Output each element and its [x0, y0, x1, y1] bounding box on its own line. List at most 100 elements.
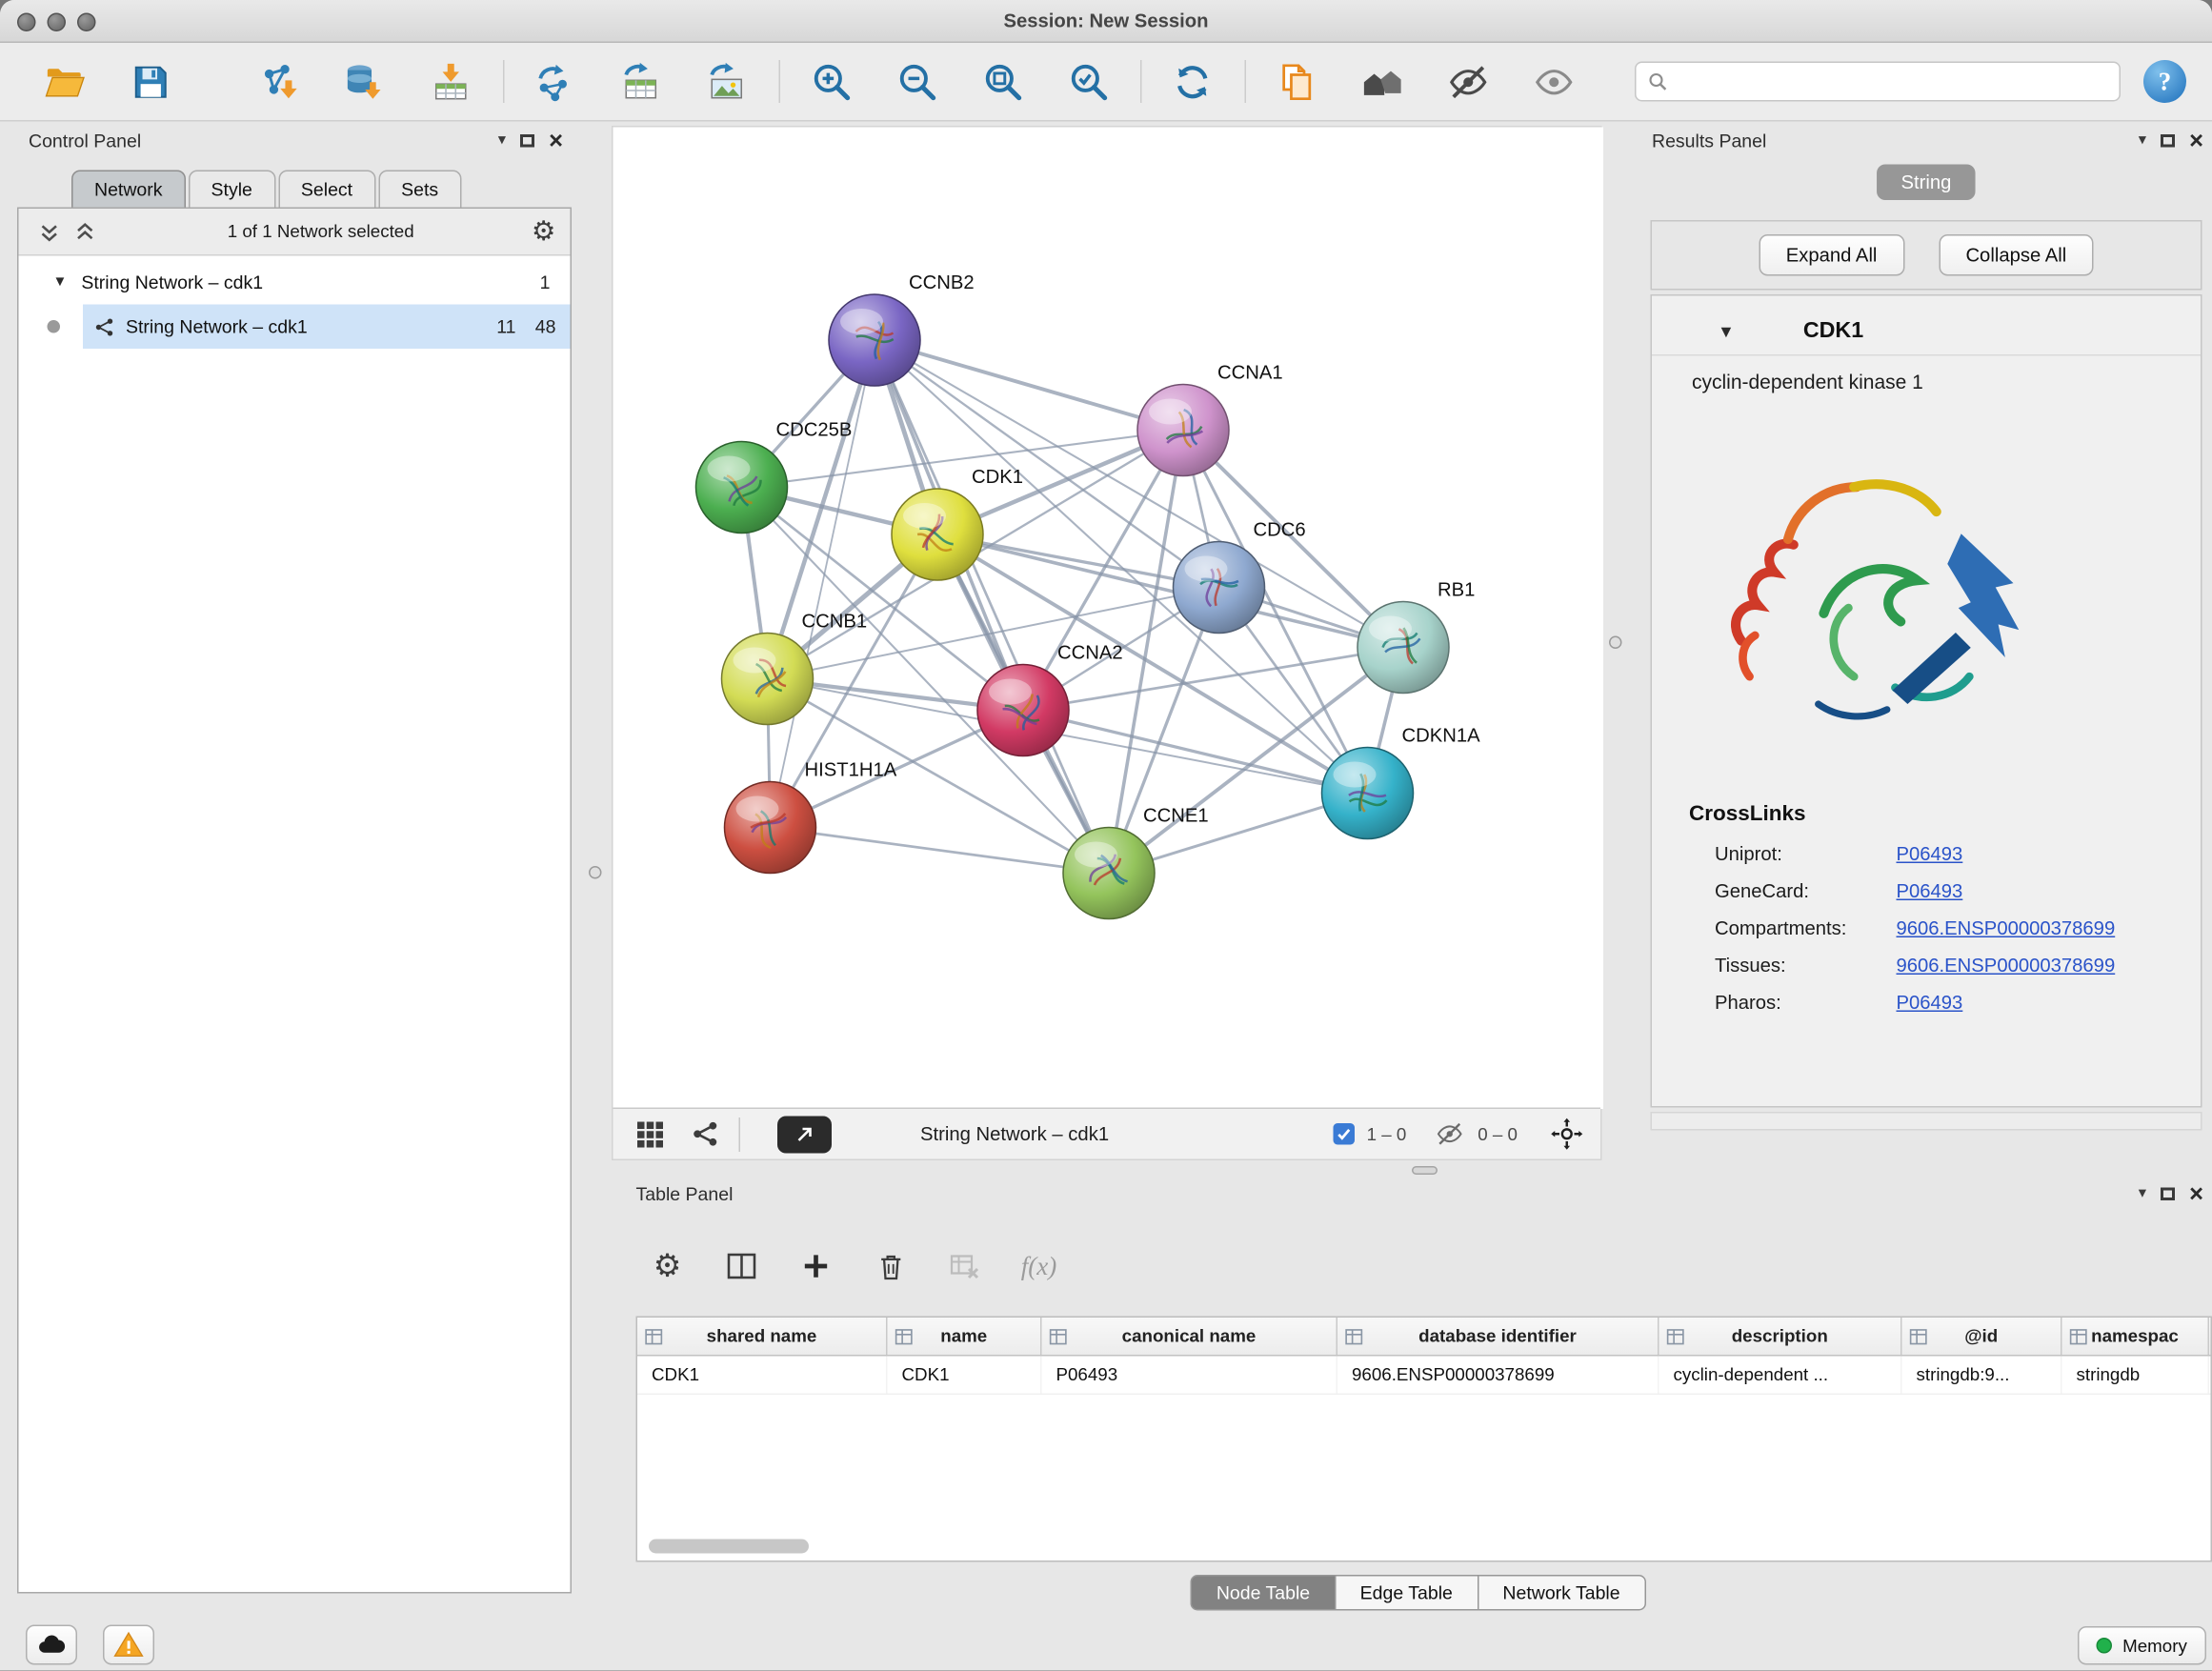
collapse-all-networks-button[interactable] — [39, 221, 61, 243]
column-header-database-identifier[interactable]: database identifier — [1337, 1318, 1659, 1355]
network-options-gear-icon[interactable]: ⚙ — [532, 218, 556, 246]
network-node-CCNB2[interactable]: CCNB2 — [829, 272, 975, 386]
expand-all-button[interactable]: Expand All — [1759, 234, 1904, 276]
panel-float-button[interactable] — [2161, 1187, 2175, 1200]
network-edge-CCNB2-CCNA1[interactable] — [875, 340, 1183, 431]
warnings-button[interactable] — [103, 1625, 154, 1665]
tab-network-table[interactable]: Network Table — [1478, 1575, 1646, 1611]
table-settings-button[interactable]: ⚙ — [648, 1246, 688, 1286]
tab-select[interactable]: Select — [278, 171, 375, 208]
tab-style[interactable]: Style — [189, 171, 275, 208]
selected-checkbox[interactable] — [1334, 1123, 1356, 1145]
splitter-handle-left[interactable] — [589, 866, 602, 879]
network-edge-CCNB2-CCNE1[interactable] — [875, 340, 1109, 874]
hidden-indicator[interactable] — [1432, 1117, 1466, 1151]
show-all-button[interactable] — [1518, 51, 1589, 111]
collapse-all-button[interactable]: Collapse All — [1939, 234, 2094, 276]
window-close-button[interactable] — [17, 12, 36, 31]
table-horizontal-scrollbar[interactable] — [649, 1540, 809, 1554]
save-session-button[interactable] — [114, 51, 186, 111]
save-floppy-icon — [128, 59, 172, 104]
grid-view-button[interactable] — [633, 1117, 668, 1151]
import-network-from-database-button[interactable] — [329, 51, 400, 111]
panel-collapse-button[interactable]: ▾ — [498, 132, 506, 149]
delete-column-button[interactable] — [871, 1246, 911, 1286]
tab-network[interactable]: Network — [71, 171, 186, 208]
crosslink-link[interactable]: 9606.ENSP00000378699 — [1897, 917, 2116, 939]
table-panel: Table Panel ▾ × ⚙ — [625, 1179, 2212, 1622]
network-node-CCNB1[interactable]: CCNB1 — [722, 612, 868, 725]
cloud-status-button[interactable] — [26, 1625, 77, 1665]
show-columns-button[interactable] — [722, 1246, 762, 1286]
center-view-button[interactable] — [1549, 1117, 1583, 1151]
column-header-canonical-name[interactable]: canonical name — [1042, 1318, 1338, 1355]
window-minimize-button[interactable] — [48, 12, 67, 31]
disclosure-triangle-icon[interactable]: ▼ — [1718, 321, 1735, 341]
results-scrollbar[interactable] — [1651, 1112, 2202, 1131]
splitter-handle-bottom[interactable] — [1412, 1166, 1438, 1175]
open-session-button[interactable] — [29, 51, 100, 111]
network-row-selected[interactable]: String Network – cdk1 11 48 — [83, 305, 571, 350]
duplicate-button[interactable] — [1260, 51, 1332, 111]
network-node-CDK1[interactable]: CDK1 — [892, 467, 1023, 580]
crosslink-link[interactable]: P06493 — [1897, 992, 1963, 1014]
memory-button[interactable]: Memory — [2078, 1626, 2206, 1665]
apply-preferred-layout-button[interactable] — [1156, 51, 1228, 111]
crosslink-link[interactable]: P06493 — [1897, 843, 1963, 865]
network-row[interactable]: String Network – cdk1 11 48 — [19, 305, 571, 350]
column-header-@id[interactable]: @id — [1902, 1318, 2062, 1355]
network-node-CDKN1A[interactable]: CDKN1A — [1322, 726, 1481, 839]
panel-close-button[interactable]: × — [2189, 128, 2203, 152]
hide-selected-button[interactable] — [1432, 51, 1503, 111]
panel-collapse-button[interactable]: ▾ — [2139, 132, 2146, 149]
zoom-out-button[interactable] — [880, 51, 952, 111]
column-header-name[interactable]: name — [888, 1318, 1042, 1355]
network-collection-row[interactable]: ▼ String Network – cdk1 1 — [19, 260, 571, 305]
import-network-from-file-button[interactable] — [243, 51, 314, 111]
splitter-handle-right[interactable] — [1609, 636, 1622, 650]
tab-string[interactable]: String — [1877, 165, 1976, 201]
panel-float-button[interactable] — [520, 133, 534, 147]
panel-close-button[interactable]: × — [2189, 1181, 2203, 1206]
add-column-button[interactable] — [796, 1246, 836, 1286]
column-header-shared-name[interactable]: shared name — [637, 1318, 888, 1355]
home-button[interactable] — [1346, 51, 1418, 111]
column-header-namespac[interactable]: namespac — [2062, 1318, 2210, 1355]
export-table-button[interactable] — [605, 51, 676, 111]
network-node-HIST1H1A[interactable]: HIST1H1A — [725, 760, 897, 874]
search-input[interactable] — [1677, 70, 2108, 92]
tab-node-table[interactable]: Node Table — [1191, 1575, 1336, 1611]
crosslink-link[interactable]: 9606.ENSP00000378699 — [1897, 955, 2116, 976]
delete-table-button[interactable] — [945, 1246, 985, 1286]
import-table-from-file-button[interactable] — [414, 51, 486, 111]
gene-header-row[interactable]: ▼ CDK1 — [1652, 308, 2201, 356]
node-label-HIST1H1A: HIST1H1A — [805, 760, 897, 781]
panel-float-button[interactable] — [2161, 133, 2175, 147]
help-button[interactable]: ? — [2143, 60, 2186, 103]
export-image-button[interactable] — [691, 51, 762, 111]
network-node-CDC6[interactable]: CDC6 — [1174, 520, 1306, 634]
export-network-button[interactable] — [519, 51, 591, 111]
panel-collapse-button[interactable]: ▾ — [2139, 1185, 2146, 1201]
network-edge-CCNB2-HIST1H1A[interactable] — [771, 340, 875, 828]
tab-sets[interactable]: Sets — [378, 171, 461, 208]
expand-all-networks-button[interactable] — [74, 221, 96, 243]
network-edge-HIST1H1A-CCNE1[interactable] — [771, 828, 1110, 874]
crosslink-link[interactable]: P06493 — [1897, 880, 1963, 902]
external-link-button[interactable] — [777, 1116, 832, 1153]
function-builder-button[interactable]: f(x) — [1019, 1246, 1059, 1286]
zoom-fit-button[interactable] — [966, 51, 1037, 111]
zoom-fit-icon — [979, 59, 1024, 104]
window-zoom-button[interactable] — [77, 12, 96, 31]
zoom-in-button[interactable] — [794, 51, 866, 111]
zoom-selected-button[interactable] — [1052, 51, 1123, 111]
disclosure-triangle-icon[interactable]: ▼ — [53, 274, 68, 291]
tab-edge-table[interactable]: Edge Table — [1336, 1575, 1478, 1611]
network-canvas[interactable]: CCNB2CCNA1CDC25BCDK1CDC6RB1CCNB1CCNA2CDK… — [613, 128, 1604, 1110]
network-node-RB1[interactable]: RB1 — [1357, 580, 1475, 694]
network-node-CCNA1[interactable]: CCNA1 — [1137, 363, 1283, 476]
network-overview-button[interactable] — [688, 1117, 722, 1151]
table-row[interactable]: CDK1CDK1P064939606.ENSP00000378699cyclin… — [637, 1357, 2211, 1396]
column-header-description[interactable]: description — [1659, 1318, 1902, 1355]
panel-close-button[interactable]: × — [549, 128, 563, 152]
